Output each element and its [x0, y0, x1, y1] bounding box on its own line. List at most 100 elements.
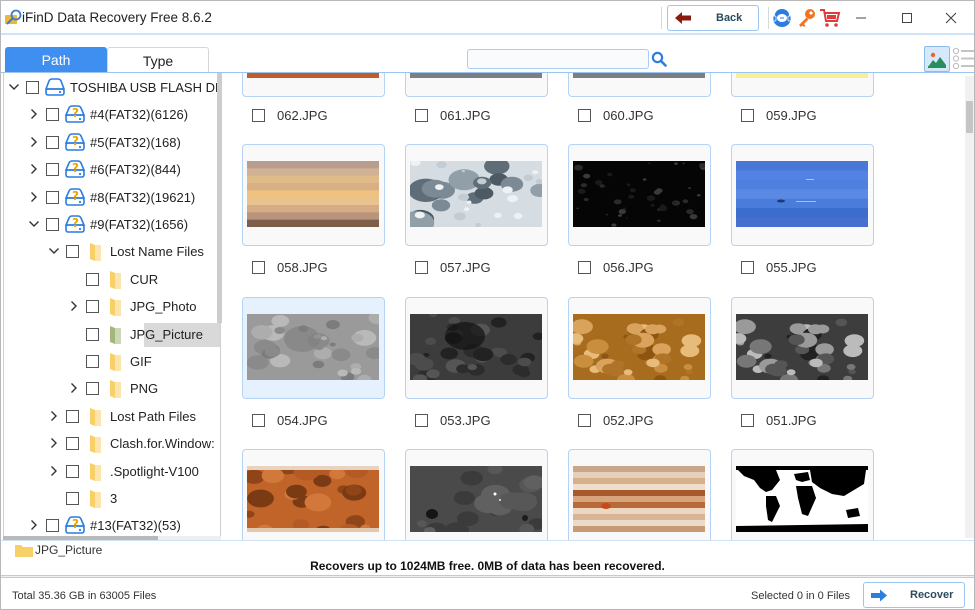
- tree-node[interactable]: TOSHIBA USB FLASH DRI: [4, 75, 220, 101]
- tree-node[interactable]: PNG: [4, 376, 220, 402]
- chevron-right-icon[interactable]: [28, 108, 40, 120]
- chevron-right-icon[interactable]: [68, 300, 80, 312]
- file-thumbnail[interactable]: [731, 144, 874, 246]
- tab-type[interactable]: Type: [107, 47, 209, 73]
- grid-scrollbar-track[interactable]: [965, 76, 974, 538]
- tree-node[interactable]: ? #4(FAT32)(6126): [4, 102, 220, 128]
- tree-checkbox[interactable]: [66, 245, 79, 259]
- file-checkbox[interactable]: [578, 414, 591, 427]
- file-checkbox[interactable]: [741, 109, 754, 122]
- file-thumbnail[interactable]: [405, 449, 548, 540]
- cart-icon[interactable]: [819, 7, 841, 29]
- file-thumbnail[interactable]: [405, 297, 548, 399]
- tree-checkbox[interactable]: [46, 519, 59, 533]
- chevron-right-icon[interactable]: [28, 163, 40, 175]
- support-chat-icon[interactable]: [771, 7, 793, 29]
- folder-icon: [110, 325, 121, 344]
- tree-checkbox[interactable]: [66, 409, 79, 423]
- back-button[interactable]: Back: [667, 5, 759, 31]
- chevron-right-icon[interactable]: [48, 410, 60, 422]
- search-input[interactable]: [467, 49, 649, 69]
- tree-node-label: PNG: [130, 381, 159, 397]
- file-thumbnail[interactable]: [242, 73, 385, 97]
- file-checkbox[interactable]: [578, 261, 591, 274]
- file-checkbox[interactable]: [252, 261, 265, 274]
- tree-node[interactable]: .Spotlight-V100: [4, 459, 220, 485]
- tree-checkbox[interactable]: [46, 190, 59, 204]
- search-icon[interactable]: [651, 51, 667, 67]
- file-checkbox[interactable]: [252, 414, 265, 427]
- tree-checkbox[interactable]: [46, 135, 59, 149]
- thumbnail-view-button[interactable]: [924, 46, 950, 72]
- file-checkbox[interactable]: [252, 109, 265, 122]
- tree-checkbox[interactable]: [86, 327, 99, 341]
- tree-node[interactable]: Lost Name Files: [4, 239, 220, 265]
- tree-checkbox[interactable]: [66, 492, 79, 505]
- file-checkbox[interactable]: [741, 261, 754, 274]
- key-icon[interactable]: [796, 7, 818, 29]
- file-thumbnail[interactable]: [405, 144, 548, 246]
- file-thumbnail[interactable]: [568, 73, 711, 97]
- tree-checkbox[interactable]: [66, 464, 79, 478]
- tree-node[interactable]: Clash.for.Window:: [4, 431, 220, 457]
- file-thumbnail[interactable]: [568, 449, 711, 540]
- tree-checkbox[interactable]: [66, 437, 79, 451]
- file-checkbox[interactable]: [415, 414, 428, 427]
- chevron-right-icon[interactable]: [68, 382, 80, 394]
- tree-node-label: GIF: [130, 354, 152, 369]
- tree-checkbox[interactable]: [26, 81, 39, 94]
- close-button[interactable]: [929, 3, 973, 33]
- tree-node[interactable]: JPG_Photo: [4, 294, 220, 320]
- tree-node[interactable]: ? #5(FAT32)(168): [4, 130, 220, 156]
- file-thumbnail[interactable]: [731, 449, 874, 540]
- tree-checkbox[interactable]: [46, 218, 59, 231]
- file-thumbnail[interactable]: [405, 73, 548, 97]
- tree-node[interactable]: Lost Path Files: [4, 404, 220, 430]
- file-checkbox[interactable]: [741, 414, 754, 427]
- file-name: 053.JPG: [440, 413, 491, 428]
- chevron-down-icon[interactable]: [28, 218, 40, 230]
- file-thumbnail[interactable]: [568, 297, 711, 399]
- tree-node[interactable]: ? #6(FAT32)(844): [4, 157, 220, 183]
- svg-text:?: ?: [72, 134, 79, 148]
- grid-scrollbar-thumb[interactable]: [966, 101, 973, 133]
- file-thumbnail[interactable]: [568, 144, 711, 246]
- chevron-down-icon[interactable]: [8, 81, 20, 93]
- tree-checkbox[interactable]: [86, 382, 99, 396]
- tree-node[interactable]: JPG_Picture: [4, 322, 220, 348]
- file-thumbnail[interactable]: [242, 297, 385, 399]
- file-checkbox[interactable]: [415, 109, 428, 122]
- file-thumbnail[interactable]: [242, 449, 385, 540]
- tree-checkbox[interactable]: [86, 300, 99, 314]
- maximize-button[interactable]: [885, 3, 929, 33]
- minimize-button[interactable]: [839, 3, 883, 33]
- tab-path[interactable]: Path: [5, 47, 107, 73]
- tree-checkbox[interactable]: [46, 163, 59, 177]
- app-title: iFinD Data Recovery Free 8.6.2: [22, 10, 212, 25]
- file-thumbnail[interactable]: [731, 73, 874, 97]
- tree-node[interactable]: CUR: [4, 267, 220, 293]
- tree-node[interactable]: GIF: [4, 349, 220, 375]
- file-checkbox[interactable]: [415, 261, 428, 274]
- folder-icon: [90, 243, 101, 262]
- tree-checkbox[interactable]: [46, 108, 59, 122]
- chevron-right-icon[interactable]: [28, 136, 40, 148]
- file-thumbnail[interactable]: [731, 297, 874, 399]
- file-checkbox[interactable]: [578, 109, 591, 122]
- thumbnail-image: [573, 314, 705, 380]
- tree-node[interactable]: ? #8(FAT32)(19621): [4, 185, 220, 211]
- tree-checkbox[interactable]: [86, 272, 99, 286]
- tree-node[interactable]: ? #9(FAT32)(1656): [4, 212, 220, 238]
- chevron-right-icon[interactable]: [28, 519, 40, 531]
- chevron-right-icon[interactable]: [48, 465, 60, 477]
- file-thumbnail[interactable]: [242, 144, 385, 246]
- chevron-right-icon[interactable]: [48, 437, 60, 449]
- recover-button[interactable]: Recover: [863, 582, 965, 608]
- list-view-button[interactable]: [951, 46, 975, 72]
- status-divider[interactable]: [1, 575, 974, 578]
- tree-node[interactable]: 3: [4, 486, 220, 512]
- chevron-right-icon[interactable]: [28, 191, 40, 203]
- tree-scrollbar[interactable]: [217, 73, 222, 323]
- chevron-down-icon[interactable]: [48, 245, 60, 257]
- tree-checkbox[interactable]: [86, 355, 99, 368]
